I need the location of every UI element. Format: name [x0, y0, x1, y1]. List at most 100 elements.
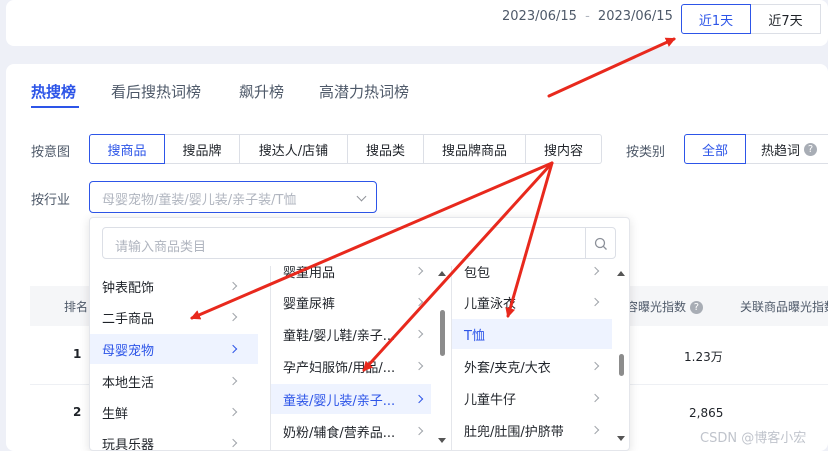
cascader-item-fresh-food[interactable]: 生鲜: [90, 397, 258, 427]
cascader-item-bags[interactable]: 包包: [452, 266, 612, 286]
period-1-day-button[interactable]: 近1天: [681, 4, 751, 34]
chevron-right-icon: [228, 281, 238, 291]
cascader-item-label: 外套/夹克/大衣: [464, 360, 551, 376]
chevron-right-icon: [414, 394, 424, 404]
intent-option-brand-product[interactable]: 搜品牌商品: [424, 134, 526, 164]
cascader-item-secondhand[interactable]: 二手商品: [90, 302, 258, 332]
chevron-right-icon: [414, 266, 424, 276]
cascader-item-milk-powder[interactable]: 奶粉/辅食/营养品...: [271, 416, 431, 446]
cascader-item-toys-instruments[interactable]: 玩具乐器: [90, 428, 258, 451]
chevron-right-icon: [414, 361, 424, 371]
scroll-up-arrow-icon[interactable]: [617, 271, 625, 276]
cascader-item-label: 本地生活: [102, 375, 155, 391]
rank-header: 排名: [64, 300, 89, 314]
tab-active-indicator: [31, 106, 79, 108]
cascader-item-local-life[interactable]: 本地生活: [90, 366, 258, 396]
industry-select-value: 母婴宠物/童装/婴儿装/亲子装/T恤: [102, 193, 297, 208]
cascader-item-label: 肚兜/肚围/护脐带: [464, 424, 564, 440]
cascader-item-label: 包包: [464, 266, 491, 281]
cascader-item-kids-denim[interactable]: 儿童牛仔: [452, 383, 612, 413]
cascader-item-label: 儿童牛仔: [464, 392, 517, 408]
chevron-right-icon: [228, 344, 238, 354]
chevron-right-icon: [228, 312, 238, 322]
period-7-day-button[interactable]: 近7天: [751, 4, 821, 34]
exposure-header: 容曝光指数 ?: [626, 298, 703, 315]
industry-select[interactable]: 母婴宠物/童装/婴儿装/亲子装/T恤: [89, 181, 377, 213]
cascader-item-tshirt[interactable]: T恤: [452, 319, 612, 349]
chevron-right-icon: [590, 393, 600, 403]
intent-option-category[interactable]: 搜品类: [348, 134, 424, 164]
scroll-down-arrow-icon[interactable]: [617, 436, 625, 441]
cascader-item-label: T恤: [464, 328, 485, 344]
date-range[interactable]: 2023/06/15 - 2023/06/15: [502, 9, 673, 24]
cascader-item-label: 奶粉/辅食/营养品...: [283, 425, 396, 441]
category-label: 按类别: [626, 145, 666, 160]
tab-rising[interactable]: 飙升榜: [239, 81, 284, 102]
chevron-right-icon: [228, 438, 238, 448]
cascader-item-label: 孕产妇服饰/用品/...: [283, 360, 396, 376]
watermark: CSDN @博客小宏: [700, 431, 807, 446]
row-1-rank: 1: [73, 347, 82, 361]
tab-hot-search[interactable]: 热搜榜: [31, 81, 76, 102]
date-end: 2023/06/15: [597, 9, 673, 24]
cascader-item-baby-diapers[interactable]: 婴童尿裤: [271, 287, 431, 317]
category-search-placeholder: 请输入商品类目: [115, 240, 207, 255]
row-1-exposure: 1.23万: [684, 350, 723, 364]
cascader-item-label: 童装/婴儿装/亲子...: [283, 393, 396, 409]
intent-option-product[interactable]: 搜商品: [89, 134, 165, 164]
category-option-trending[interactable]: 热趋词 ?: [746, 134, 828, 164]
intent-label: 按意图: [31, 145, 71, 160]
cascader-item-maternity[interactable]: 孕产妇服饰/用品/...: [271, 351, 431, 381]
cascader-item-mother-baby-pet[interactable]: 母婴宠物: [90, 334, 258, 364]
cascader-level-2-scrollbar[interactable]: [440, 310, 445, 356]
category-option-all[interactable]: 全部: [684, 134, 746, 164]
tab-high-potential[interactable]: 高潜力热词榜: [319, 81, 409, 102]
exposure-header-label: 容曝光指数: [626, 300, 687, 314]
cascader-item-watch-accessories[interactable]: 钟表配饰: [90, 271, 258, 301]
cascader-level-1[interactable]: 钟表配饰 二手商品 母婴宠物 本地生活 生鲜 玩具乐器: [90, 266, 258, 451]
chevron-right-icon: [414, 426, 424, 436]
chevron-right-icon: [590, 425, 600, 435]
intent-option-content[interactable]: 搜内容: [526, 134, 602, 164]
help-icon[interactable]: ?: [689, 301, 703, 314]
cascader-item-label: 玩具乐器: [102, 437, 155, 451]
cascader-item-label: 童鞋/婴儿鞋/亲子...: [283, 328, 396, 344]
search-icon[interactable]: [594, 237, 608, 251]
scroll-down-arrow-icon[interactable]: [438, 438, 446, 443]
row-2-rank: 2: [73, 405, 82, 419]
category-search-input[interactable]: 请输入商品类目: [102, 227, 616, 259]
row-2-exposure: 2,865: [689, 406, 724, 420]
chevron-right-icon: [228, 376, 238, 386]
cascader-level-3-scrollbar[interactable]: [619, 354, 624, 376]
cascader-level-2[interactable]: 婴童用品 婴童尿裤 童鞋/婴儿鞋/亲子... 孕产妇服饰/用品/... 童装/婴…: [271, 266, 440, 450]
chevron-right-icon: [414, 329, 424, 339]
cascader-item-label: 婴童用品: [283, 266, 336, 281]
search-divider: [585, 228, 586, 258]
related-exposure-header: 关联商品曝光指数: [740, 300, 828, 314]
cascader-level-3[interactable]: 包包 儿童泳衣 T恤 外套/夹克/大衣 儿童牛仔 肚兜/肚围/护脐带: [452, 266, 617, 450]
chevron-right-icon: [590, 361, 600, 371]
cascader-item-belly-band[interactable]: 肚兜/肚围/护脐带: [452, 415, 612, 445]
intent-option-creator-store[interactable]: 搜达人/店铺: [240, 134, 348, 164]
cascader-item-label: 钟表配饰: [102, 280, 155, 296]
tab-after-view-search[interactable]: 看后搜热词榜: [111, 81, 201, 102]
intent-option-brand[interactable]: 搜品牌: [165, 134, 240, 164]
cascader-item-label: 儿童泳衣: [464, 296, 517, 312]
chevron-right-icon: [228, 407, 238, 417]
cascader-item-kids-swimwear[interactable]: 儿童泳衣: [452, 287, 612, 317]
scroll-up-arrow-icon[interactable]: [438, 271, 446, 276]
category-trending-label: 热趋词: [761, 143, 801, 159]
industry-label: 按行业: [31, 193, 71, 208]
cascader-item-label: 婴童尿裤: [283, 296, 336, 312]
help-icon[interactable]: ?: [804, 142, 818, 156]
cascader-item-kids-clothing[interactable]: 童装/婴儿装/亲子...: [271, 384, 431, 414]
cascader-item-label: 母婴宠物: [102, 343, 155, 359]
cascader-item-kids-shoes[interactable]: 童鞋/婴儿鞋/亲子...: [271, 319, 431, 349]
category-cascader[interactable]: 请输入商品类目 钟表配饰 二手商品 母婴宠物 本地生活 生鲜 玩具乐器 婴童用品…: [89, 217, 630, 451]
cascader-item-label: 生鲜: [102, 406, 129, 422]
chevron-up-icon: [356, 191, 367, 202]
cascader-item-baby-supplies[interactable]: 婴童用品: [271, 266, 431, 286]
date-separator: -: [585, 9, 590, 24]
cascader-item-outerwear[interactable]: 外套/夹克/大衣: [452, 351, 612, 381]
chevron-right-icon: [414, 297, 424, 307]
